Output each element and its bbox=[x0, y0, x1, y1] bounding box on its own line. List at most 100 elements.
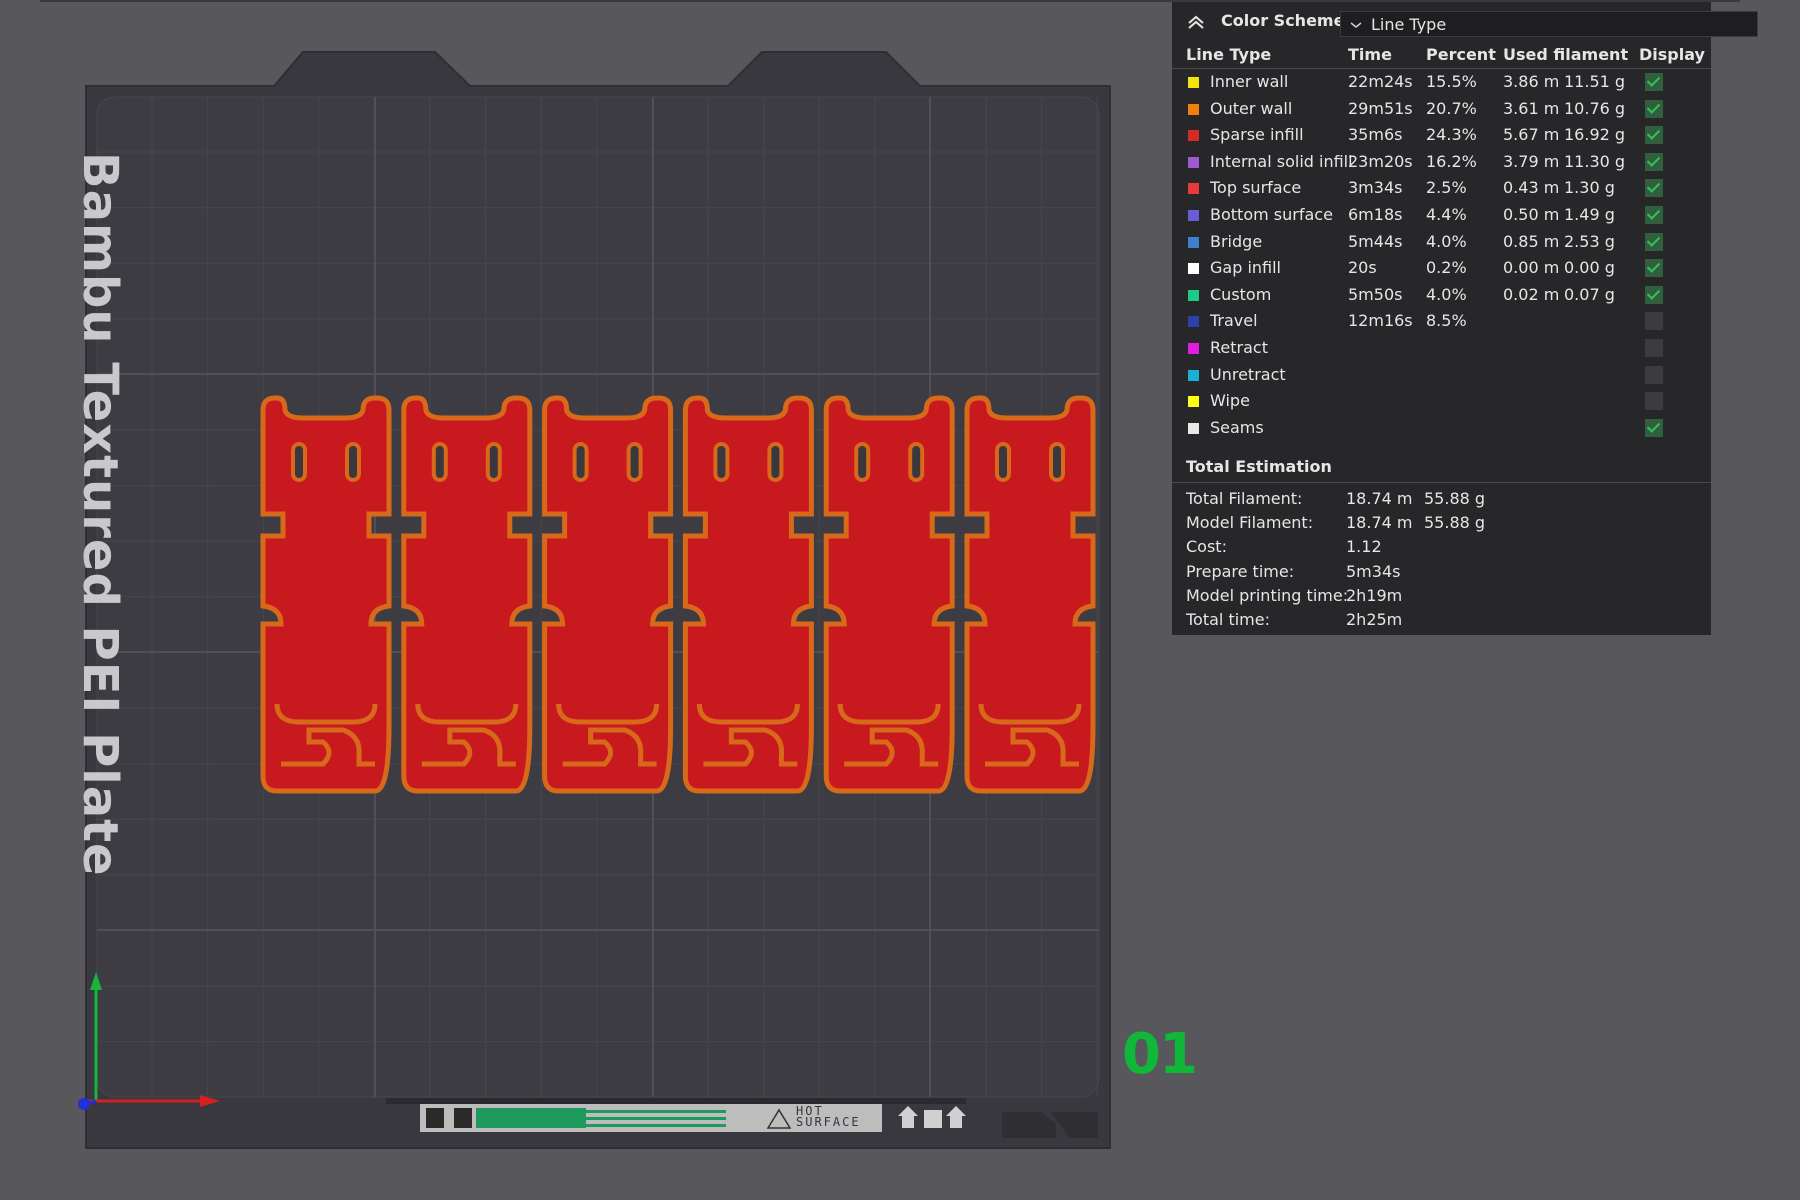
display-checkbox[interactable] bbox=[1645, 339, 1663, 357]
color-scheme-value: Line Type bbox=[1371, 15, 1447, 34]
gcode-legend-panel: Color Scheme Line Type Line Type Time Pe… bbox=[1172, 2, 1758, 635]
line-type-name: Wipe bbox=[1210, 391, 1250, 411]
estimation-value: 18.74 m bbox=[1346, 489, 1413, 508]
line-type-name: Sparse infill bbox=[1210, 125, 1304, 145]
display-checkbox[interactable] bbox=[1645, 126, 1663, 145]
total-estimation-title: Total Estimation bbox=[1186, 457, 1332, 476]
display-checkbox[interactable] bbox=[1645, 392, 1663, 411]
line-type-row: Seams bbox=[1172, 416, 1711, 442]
estimation-value: 2h19m bbox=[1346, 585, 1403, 605]
line-type-row: Top surface 3m34s 2.5% 0.43 m 1.30 g bbox=[1172, 176, 1711, 202]
estimation-value: 5m34s bbox=[1346, 561, 1401, 581]
line-type-row: Travel 12m16s 8.5% bbox=[1172, 309, 1711, 335]
filament-weight: 1.30 g bbox=[1564, 178, 1615, 198]
line-type-percent: 16.2% bbox=[1426, 151, 1477, 171]
display-checkbox[interactable] bbox=[1645, 73, 1663, 91]
color-swatch bbox=[1188, 103, 1199, 115]
display-checkbox[interactable] bbox=[1645, 259, 1663, 278]
color-swatch bbox=[1188, 183, 1199, 195]
header-divider bbox=[1172, 68, 1711, 69]
sliced-model[interactable] bbox=[401, 395, 533, 794]
sliced-model[interactable] bbox=[260, 395, 392, 794]
model-slot bbox=[485, 442, 502, 482]
filament-weight: 1.49 g bbox=[1564, 205, 1615, 224]
color-swatch bbox=[1188, 343, 1199, 354]
display-checkbox[interactable] bbox=[1645, 152, 1663, 171]
plate-front-strip bbox=[386, 1098, 966, 1104]
filament-weight: 16.92 g bbox=[1564, 125, 1626, 145]
estimation-value: 18.74 m bbox=[1346, 513, 1413, 533]
line-type-row: Bottom surface 6m18s 4.4% 0.50 m 1.49 g bbox=[1172, 203, 1711, 229]
estimation-value-secondary: 55.88 g bbox=[1424, 489, 1486, 508]
header-line-type: Line Type bbox=[1186, 45, 1272, 64]
color-scheme-label: Color Scheme bbox=[1221, 11, 1345, 30]
model-slot bbox=[854, 442, 871, 482]
model-slot bbox=[995, 442, 1011, 482]
color-swatch bbox=[1188, 369, 1199, 381]
total-estimation-row: Prepare time: 5m34s bbox=[1172, 562, 1711, 586]
model-slot bbox=[767, 442, 784, 482]
color-swatch bbox=[1188, 210, 1199, 221]
sticker-stripe-c bbox=[586, 1124, 726, 1127]
color-scheme-select[interactable]: Line Type bbox=[1340, 11, 1758, 37]
line-type-name: Seams bbox=[1210, 417, 1264, 437]
line-type-time: 5m44s bbox=[1348, 231, 1403, 251]
line-type-percent: 24.3% bbox=[1426, 125, 1477, 145]
estimation-label: Cost: bbox=[1186, 537, 1227, 557]
filament-length: 0.00 m bbox=[1503, 258, 1560, 278]
sliced-model[interactable] bbox=[964, 395, 1096, 794]
estimation-value: 2h25m bbox=[1346, 610, 1403, 629]
line-type-time: 22m24s bbox=[1348, 72, 1413, 91]
chevron-up-double-icon[interactable] bbox=[1186, 12, 1206, 32]
estimation-label: Prepare time: bbox=[1186, 561, 1295, 581]
line-type-name: Inner wall bbox=[1210, 72, 1289, 91]
filament-length: 3.79 m bbox=[1503, 151, 1560, 171]
header-display: Display bbox=[1639, 45, 1705, 64]
display-checkbox[interactable] bbox=[1645, 418, 1663, 437]
model-slot bbox=[431, 442, 448, 482]
line-type-row: Internal solid infill 23m20s 16.2% 3.79 m 11… bbox=[1172, 150, 1711, 176]
line-type-time: 20s bbox=[1348, 258, 1377, 278]
color-swatch bbox=[1188, 236, 1199, 248]
sliced-model[interactable] bbox=[542, 395, 674, 794]
color-swatch bbox=[1188, 289, 1199, 301]
display-checkbox[interactable] bbox=[1645, 285, 1663, 304]
line-type-percent: 20.7% bbox=[1426, 98, 1477, 118]
filament-weight: 0.07 g bbox=[1564, 284, 1615, 304]
total-estimation-row: Model Filament: 18.74 m 55.88 g bbox=[1172, 513, 1711, 537]
filament-weight: 0.00 g bbox=[1564, 258, 1615, 278]
line-type-name: Bottom surface bbox=[1210, 205, 1333, 224]
axis-origin bbox=[78, 1098, 90, 1110]
display-checkbox[interactable] bbox=[1645, 232, 1663, 251]
estimation-label: Model printing time: bbox=[1186, 585, 1349, 605]
color-swatch bbox=[1188, 422, 1199, 434]
estimation-label: Model Filament: bbox=[1186, 513, 1314, 533]
total-estimation-row: Total Filament: 18.74 m 55.88 g bbox=[1172, 489, 1711, 513]
line-type-name: Unretract bbox=[1210, 364, 1286, 384]
line-type-name: Retract bbox=[1210, 338, 1268, 357]
filament-length: 3.86 m bbox=[1503, 72, 1560, 91]
line-type-row: Bridge 5m44s 4.0% 0.85 m 2.53 g bbox=[1172, 230, 1711, 256]
line-type-row: Inner wall 22m24s 15.5% 3.86 m 11.51 g bbox=[1172, 70, 1711, 96]
line-type-percent: 2.5% bbox=[1426, 178, 1467, 198]
color-swatch bbox=[1188, 130, 1199, 142]
sliced-model[interactable] bbox=[682, 395, 814, 794]
color-swatch bbox=[1188, 316, 1199, 328]
line-type-percent: 8.5% bbox=[1426, 311, 1467, 331]
color-swatch bbox=[1188, 77, 1199, 88]
display-checkbox[interactable] bbox=[1645, 206, 1663, 224]
display-checkbox[interactable] bbox=[1645, 179, 1663, 198]
line-type-row: Unretract bbox=[1172, 363, 1711, 389]
filament-length: 0.85 m bbox=[1503, 231, 1560, 251]
display-checkbox[interactable] bbox=[1645, 365, 1663, 384]
color-swatch bbox=[1188, 263, 1199, 275]
line-type-time: 6m18s bbox=[1348, 205, 1403, 224]
display-checkbox[interactable] bbox=[1645, 312, 1663, 331]
sliced-model[interactable] bbox=[823, 395, 955, 794]
filament-length: 3.61 m bbox=[1503, 98, 1560, 118]
panel-header: Color Scheme Line Type bbox=[1172, 2, 1758, 42]
model-slot bbox=[908, 442, 925, 482]
line-type-percent: 15.5% bbox=[1426, 72, 1477, 91]
display-checkbox[interactable] bbox=[1645, 99, 1663, 118]
line-type-row: Wipe bbox=[1172, 389, 1711, 415]
